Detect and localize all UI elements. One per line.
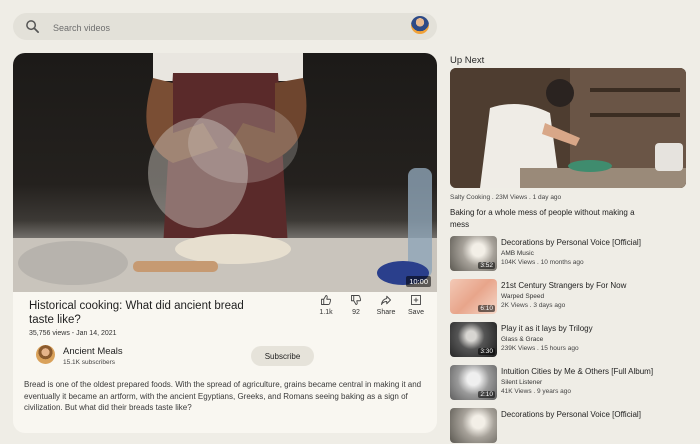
- featured-video-title[interactable]: Baking for a whole mess of people withou…: [450, 207, 650, 231]
- video-duration: 10:00: [406, 276, 431, 287]
- search-icon[interactable]: [25, 19, 40, 34]
- user-avatar[interactable]: [411, 16, 429, 34]
- share-button[interactable]: Share: [371, 294, 401, 316]
- add-to-playlist-icon: [411, 295, 421, 305]
- dislike-button[interactable]: 92: [341, 294, 371, 316]
- video-duration: 3:30: [478, 348, 495, 355]
- channel-name[interactable]: Glass & Grace: [501, 336, 543, 343]
- video-thumbnail[interactable]: 6:10: [450, 279, 497, 314]
- up-next-item[interactable]: 3:30 Play it as it lays by Trilogy Glass…: [450, 322, 690, 358]
- video-meta: 239K Views . 15 hours ago: [501, 345, 579, 352]
- up-next-item[interactable]: 2:10 Intuition Cities by Me & Others [Fu…: [450, 365, 690, 401]
- up-next-item[interactable]: 3:52 Decorations by Personal Voice [Offi…: [450, 236, 690, 272]
- channel-name[interactable]: Silent Listener: [501, 379, 542, 386]
- save-button[interactable]: Save: [401, 294, 431, 316]
- video-actions: 1.1k 92 Share Save: [311, 294, 431, 326]
- like-button[interactable]: 1.1k: [311, 294, 341, 316]
- share-icon: [381, 295, 391, 305]
- channel-avatar[interactable]: [36, 345, 55, 364]
- video-duration: 6:10: [478, 305, 495, 312]
- like-count: 1.1k: [319, 309, 333, 316]
- channel-name[interactable]: AMB Music: [501, 250, 534, 257]
- channel-name[interactable]: Warped Speed: [501, 293, 544, 300]
- video-thumbnail[interactable]: 3:52: [450, 236, 497, 271]
- video-title: Historical cooking: What did ancient bre…: [29, 300, 244, 326]
- video-title[interactable]: Decorations by Personal Voice [Official]: [501, 238, 686, 247]
- video-title[interactable]: Intuition Cities by Me & Others [Full Al…: [501, 367, 686, 376]
- featured-video-meta: Salty Cooking . 23M Views . 1 day ago: [450, 194, 562, 201]
- up-next-item[interactable]: 6:10 21st Century Strangers by For Now W…: [450, 279, 690, 315]
- video-thumbnail[interactable]: 3:30: [450, 322, 497, 357]
- video-player[interactable]: 10:00: [13, 53, 437, 292]
- video-frame-image: [13, 53, 437, 292]
- video-views-date: 35,756 views - Jan 14, 2021: [29, 330, 117, 337]
- video-title[interactable]: Decorations by Personal Voice [Official]: [501, 410, 686, 419]
- search-bar[interactable]: [13, 13, 437, 40]
- video-meta: 2K Views . 3 days ago: [501, 302, 566, 309]
- save-label: Save: [408, 309, 424, 316]
- video-thumbnail[interactable]: 2:10: [450, 365, 497, 400]
- featured-thumbnail-image: [450, 68, 686, 188]
- dislike-count: 92: [352, 309, 360, 316]
- thumbs-down-icon: [351, 295, 362, 305]
- video-meta: 104K Views . 10 months ago: [501, 259, 584, 266]
- channel-name[interactable]: Ancient Meals: [63, 346, 123, 357]
- video-duration: 2:10: [478, 391, 495, 398]
- video-title[interactable]: Play it as it lays by Trilogy: [501, 324, 686, 333]
- channel-subscriber-count: 15.1K subscribers: [63, 359, 116, 366]
- share-label: Share: [376, 309, 396, 316]
- video-title[interactable]: 21st Century Strangers by For Now: [501, 281, 686, 290]
- video-description: Bread is one of the oldest prepared food…: [24, 380, 422, 412]
- up-next-item[interactable]: Decorations by Personal Voice [Official]: [450, 408, 690, 444]
- video-card: 10:00 Historical cooking: What did ancie…: [13, 53, 437, 433]
- featured-video-thumbnail[interactable]: [450, 68, 686, 188]
- thumbs-up-icon: [321, 295, 332, 305]
- search-input[interactable]: [51, 17, 385, 38]
- video-duration: 3:52: [478, 262, 495, 269]
- video-meta: 41K Views . 9 years ago: [501, 388, 571, 395]
- up-next-heading: Up Next: [450, 55, 485, 66]
- subscribe-button[interactable]: Subscribe: [251, 346, 314, 366]
